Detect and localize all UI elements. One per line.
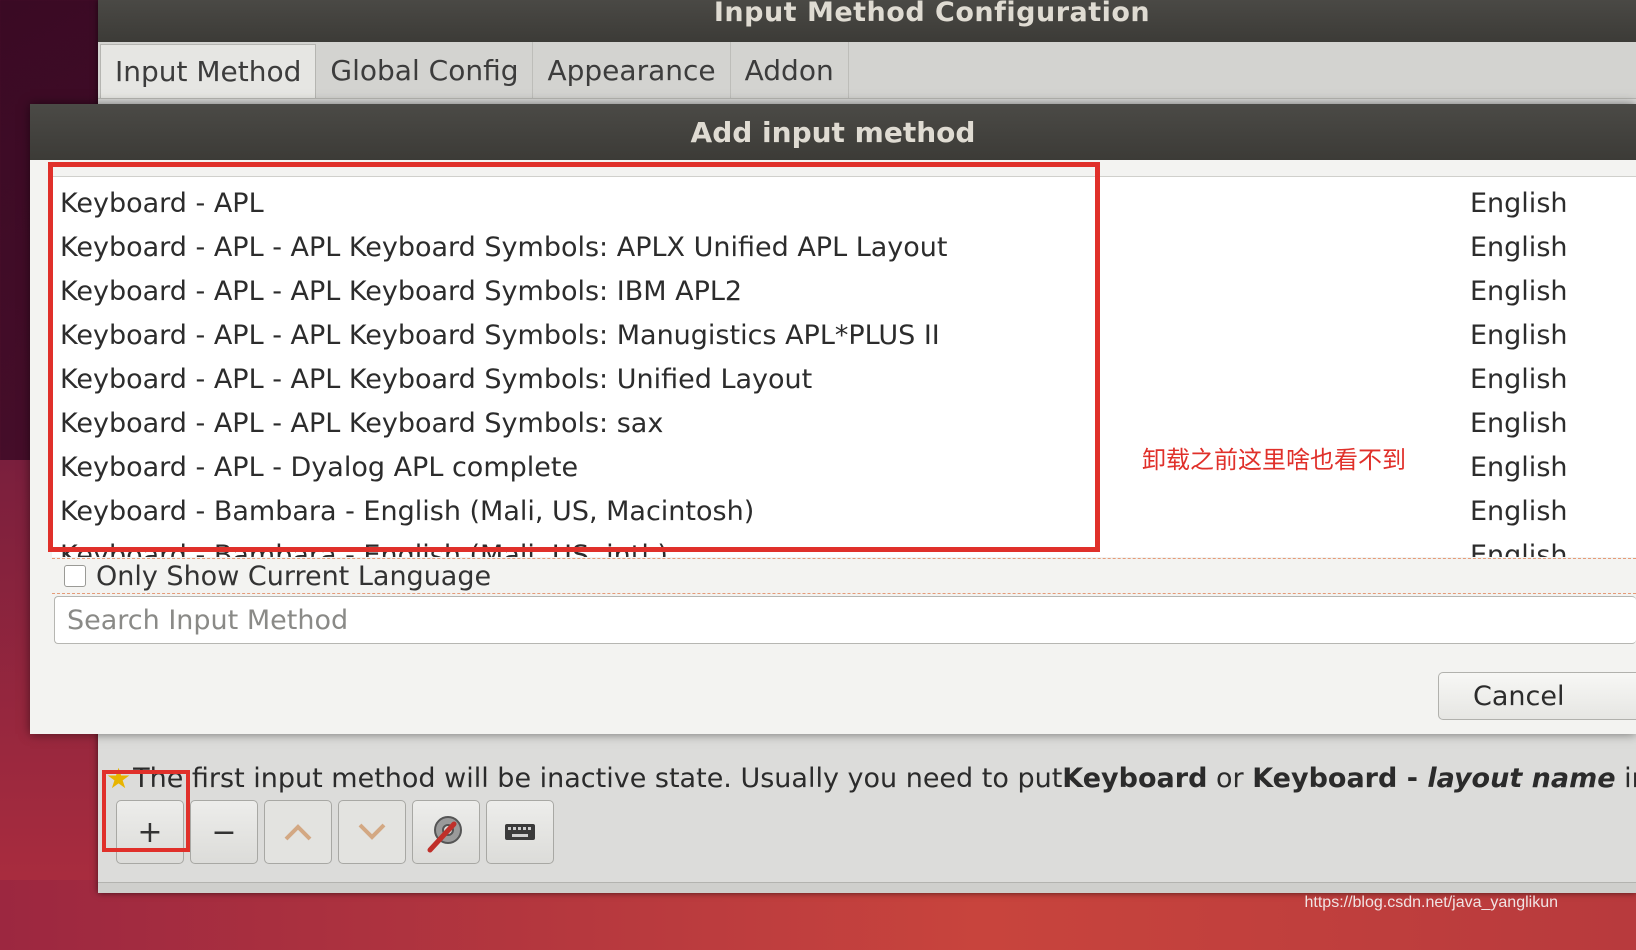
hint-keyboard: Keyboard	[1062, 762, 1208, 794]
cancel-button[interactable]: Cancel	[1438, 672, 1636, 720]
hint-keyboard-layout-prefix: Keyboard -	[1252, 762, 1428, 794]
only-show-current-language-label: Only Show Current Language	[96, 560, 492, 592]
list-item-language: English	[1470, 539, 1568, 558]
list-item-language: English	[1470, 275, 1568, 307]
only-show-current-language-row[interactable]: Only Show Current Language	[52, 558, 1636, 594]
list-item-language: English	[1470, 407, 1568, 439]
chevron-up-icon	[284, 824, 312, 841]
list-item-language: English	[1470, 231, 1568, 263]
list-item-language: English	[1470, 451, 1568, 483]
list-item-language: English	[1470, 319, 1568, 351]
chevron-down-icon	[358, 823, 386, 840]
keyboard-layout-button[interactable]	[486, 800, 554, 864]
keyboard-icon	[505, 824, 535, 840]
tab-addon[interactable]: Addon	[731, 42, 849, 98]
hint-text: ★ The first input method will be inactiv…	[106, 760, 1636, 796]
remove-button[interactable]: −	[190, 800, 258, 864]
dialog-title: Add input method	[690, 115, 976, 149]
move-up-button[interactable]	[264, 800, 332, 864]
tab-bar: Input Method Global Config Appearance Ad…	[98, 42, 1636, 99]
hint-or: or	[1207, 762, 1253, 794]
tab-input-method[interactable]: Input Method	[100, 44, 317, 98]
main-titlebar: Input Method Configuration	[98, 0, 1636, 42]
window-title: Input Method Configuration	[713, 0, 1151, 28]
list-highlight-box	[48, 162, 1100, 552]
window-bottom-edge	[98, 882, 1636, 893]
tab-appearance[interactable]: Appearance	[533, 42, 731, 98]
watermark: https://blog.csdn.net/java_yanglikun	[1304, 894, 1559, 911]
move-down-button[interactable]	[338, 800, 406, 864]
dialog-titlebar: Add input method	[30, 104, 1636, 160]
annotation-text: 卸载之前这里啥也看不到	[1142, 446, 1406, 474]
tab-global-config[interactable]: Global Config	[316, 42, 534, 98]
configure-button[interactable]	[412, 800, 480, 864]
hint-prefix: The first input method will be inactive …	[133, 762, 1063, 794]
hint-suffix: in the	[1624, 762, 1636, 794]
only-show-current-language-checkbox[interactable]	[64, 565, 86, 587]
list-item-language: English	[1470, 363, 1568, 395]
hint-layout-name: layout name	[1427, 762, 1616, 794]
wrench-gear-icon	[427, 816, 462, 853]
list-item-language: English	[1470, 187, 1568, 219]
list-item-language: English	[1470, 495, 1568, 527]
search-input[interactable]	[54, 596, 1636, 644]
add-button-highlight	[102, 770, 190, 852]
